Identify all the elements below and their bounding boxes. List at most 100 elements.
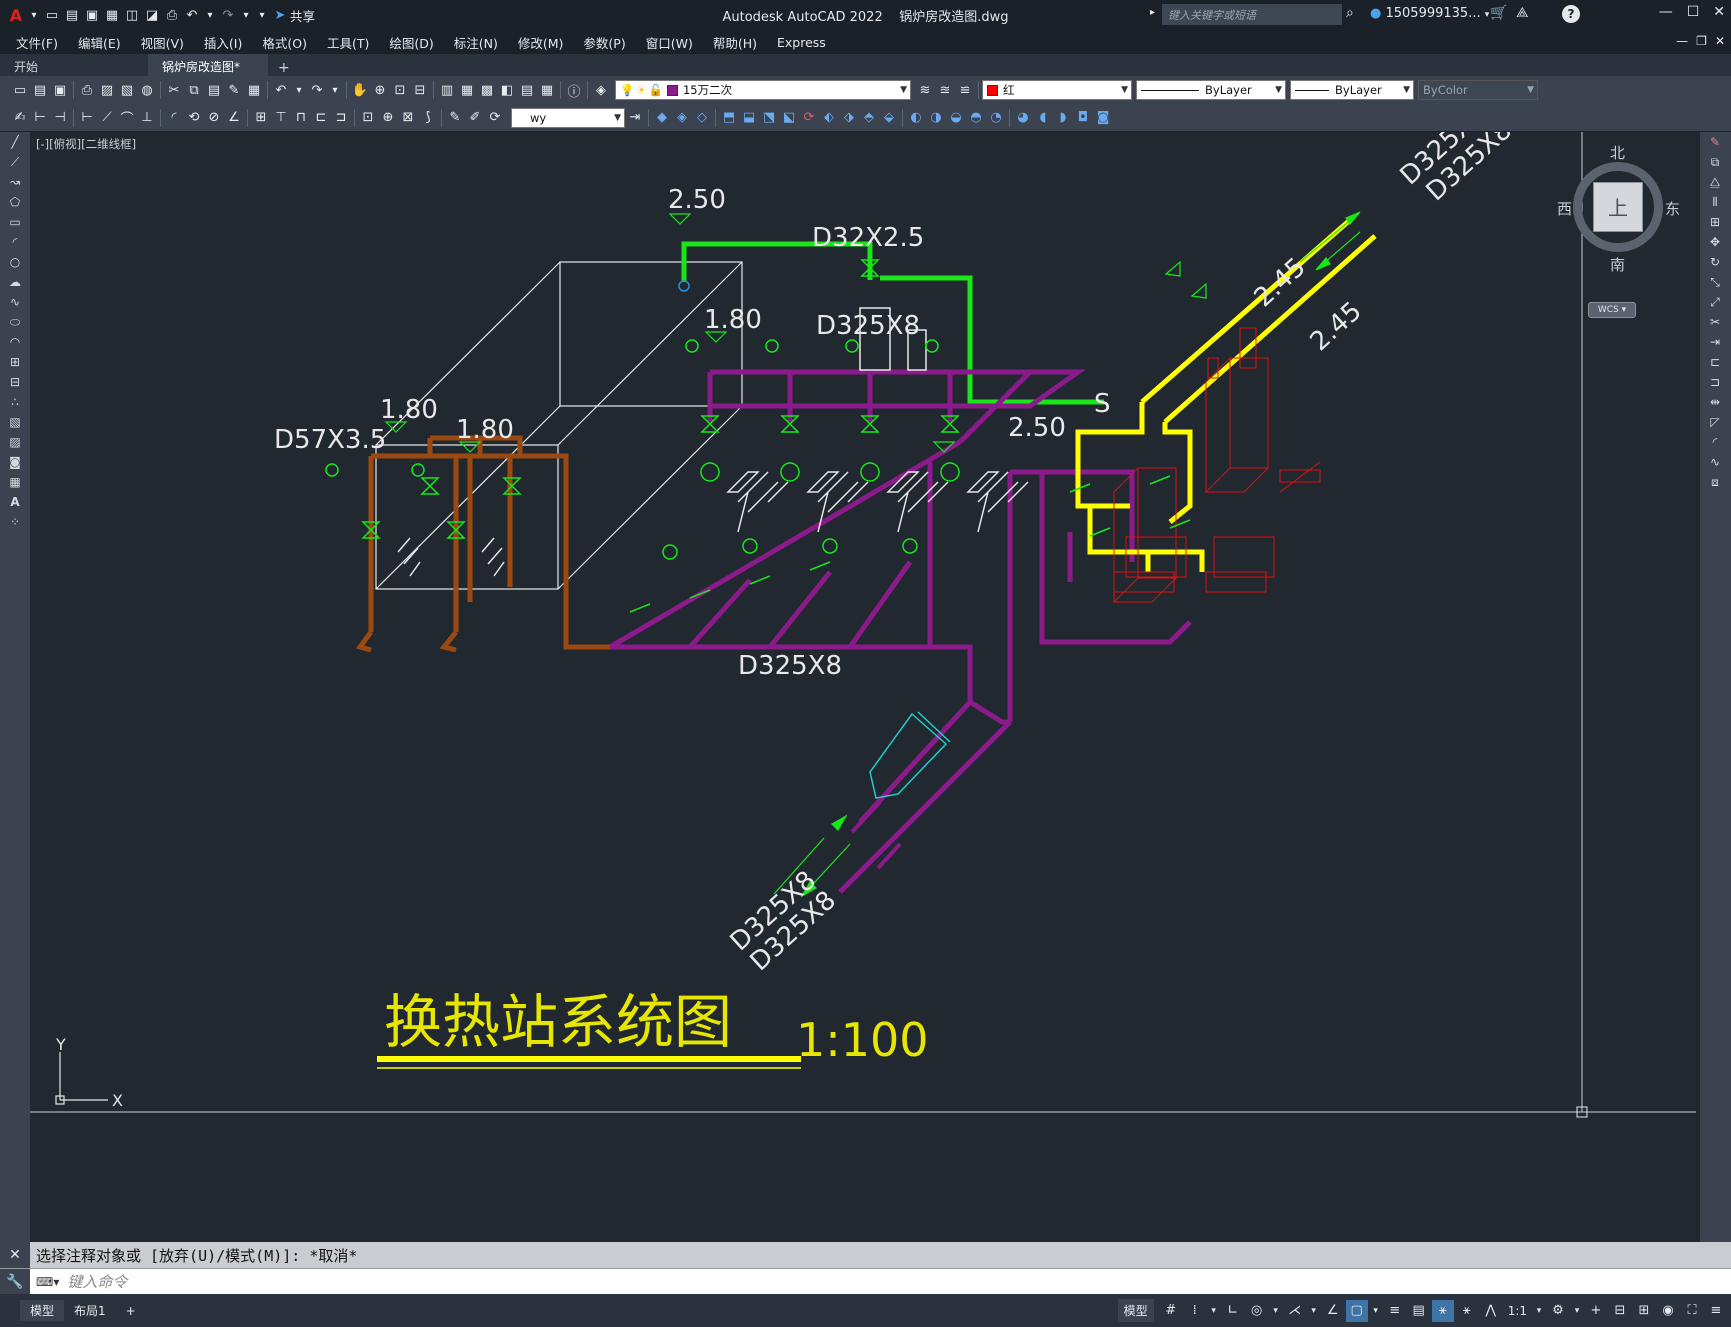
- annotation-visibility-icon[interactable]: ⚹: [1431, 1299, 1454, 1322]
- dim-angular-icon[interactable]: ∠: [224, 108, 244, 128]
- units-icon[interactable]: ⊟: [1609, 1300, 1631, 1322]
- dim-update-icon[interactable]: ⟳: [485, 108, 505, 128]
- polyline-tool-icon[interactable]: ↝: [0, 172, 30, 192]
- polar-icon[interactable]: ◎: [1246, 1300, 1268, 1322]
- menu-format[interactable]: 格式(O): [252, 33, 317, 52]
- annotation-scale-icon[interactable]: ⋀: [1480, 1300, 1502, 1322]
- command-input[interactable]: 键入命令: [67, 1271, 127, 1292]
- jogged-linear-icon[interactable]: ⟆: [418, 108, 438, 128]
- menu-express[interactable]: Express: [767, 35, 836, 50]
- open-web-icon[interactable]: ◫: [122, 5, 142, 25]
- dim-jogged-icon[interactable]: ⟲: [184, 108, 204, 128]
- wcs-menu[interactable]: WCS ▾: [1588, 302, 1636, 318]
- revcloud-tool-icon[interactable]: ☁: [0, 272, 30, 292]
- viewcube-north[interactable]: 北: [1610, 142, 1625, 163]
- imprint-icon[interactable]: ◐: [906, 108, 926, 128]
- lineweight-icon[interactable]: ≡: [1384, 1300, 1406, 1322]
- layer-properties-icon[interactable]: ◈: [591, 80, 611, 100]
- erase-tool-icon[interactable]: ✎: [1700, 132, 1730, 152]
- offset-faces-icon[interactable]: ⬔: [759, 108, 779, 128]
- search-expand-icon[interactable]: ▸: [1150, 7, 1155, 18]
- dim-aligned-icon[interactable]: ⊣: [50, 108, 70, 128]
- rotate-faces-icon[interactable]: ⟳: [799, 108, 819, 128]
- undo-dropdown-icon[interactable]: ▾: [202, 5, 218, 25]
- copy-tool-icon[interactable]: ⧉: [1700, 152, 1730, 172]
- command-close-icon[interactable]: ✕: [0, 1242, 30, 1268]
- clean-screen-icon[interactable]: ⛶: [1681, 1300, 1703, 1322]
- dim-style-icon[interactable]: ⇥: [625, 108, 645, 128]
- design-center-icon[interactable]: ▦: [457, 80, 477, 100]
- add-selected-icon[interactable]: ⁘: [0, 512, 30, 532]
- pan-icon[interactable]: ✋: [350, 80, 370, 100]
- fillet-tool-icon[interactable]: ◜: [1700, 432, 1730, 452]
- polygon-tool-icon[interactable]: ⬠: [0, 192, 30, 212]
- annotation-scale-dropdown-icon[interactable]: ▾: [1533, 1300, 1545, 1322]
- minimize-icon[interactable]: —: [1659, 4, 1673, 20]
- dim-edit-icon[interactable]: ✎: [445, 108, 465, 128]
- explode-tool-icon[interactable]: ⧈: [1700, 472, 1730, 492]
- workspace-icon[interactable]: ⚙: [1547, 1300, 1569, 1322]
- annotation-monitor-icon[interactable]: +: [1585, 1300, 1607, 1322]
- search-icon[interactable]: ⌕: [1346, 5, 1354, 21]
- transparency-icon[interactable]: ▤: [1408, 1300, 1430, 1322]
- new-tab-button[interactable]: +: [268, 56, 300, 76]
- delete-faces-icon[interactable]: ⬕: [779, 108, 799, 128]
- viewcube[interactable]: 上 北 南 西 东: [1553, 142, 1683, 274]
- intersect-icon[interactable]: ◇: [692, 108, 712, 128]
- undo-toolbar-dropdown-icon[interactable]: ▾: [291, 80, 307, 100]
- extend-tool-icon[interactable]: ⇥: [1700, 332, 1730, 352]
- open-file-icon[interactable]: ▤: [62, 5, 82, 25]
- share-icon[interactable]: ➤: [270, 5, 290, 25]
- help-toolbar-icon[interactable]: ⓘ: [564, 80, 584, 100]
- new-file-icon[interactable]: ▭: [42, 5, 62, 25]
- customize-quick-access-icon[interactable]: ▾: [254, 5, 270, 25]
- isodraft-dropdown-icon[interactable]: ▾: [1308, 1300, 1320, 1322]
- inspect-icon[interactable]: ⊠: [398, 108, 418, 128]
- union-icon[interactable]: ◆: [652, 108, 672, 128]
- lineweight-select[interactable]: ByLayer ▼: [1290, 80, 1414, 100]
- quick-dim-icon[interactable]: ✍: [10, 108, 30, 128]
- cut-icon[interactable]: ✂: [164, 80, 184, 100]
- gradient-tool-icon[interactable]: ▨: [0, 432, 30, 452]
- clean-icon[interactable]: ◑: [926, 108, 946, 128]
- customization-icon[interactable]: ≡: [1705, 1300, 1727, 1322]
- print-preview-icon[interactable]: ▨: [97, 80, 117, 100]
- dim-arc-icon[interactable]: ⌒: [117, 108, 137, 128]
- app-menu-chevron-icon[interactable]: ▾: [26, 5, 42, 25]
- dim-quick-icon[interactable]: ⊞: [251, 108, 271, 128]
- block-editor-icon[interactable]: ▦: [244, 80, 264, 100]
- workspace-dropdown-icon[interactable]: ▾: [1571, 1300, 1583, 1322]
- extrude-faces-icon[interactable]: ⬒: [719, 108, 739, 128]
- autocad-logo-icon[interactable]: A: [6, 5, 26, 25]
- save-icon[interactable]: ▣: [82, 5, 102, 25]
- autodesk-app-icon[interactable]: ⟁: [1516, 5, 1529, 21]
- separate-icon[interactable]: ◒: [946, 108, 966, 128]
- drawing-canvas[interactable]: [-][俯视][二维线框] 2.50 D32X2.5 1.80 D325X8 S…: [30, 132, 1700, 1242]
- polar-dropdown-icon[interactable]: ▾: [1270, 1300, 1282, 1322]
- line-tool-icon[interactable]: ╱: [0, 132, 30, 152]
- region-tool-icon[interactable]: ◙: [0, 452, 30, 472]
- undo-icon[interactable]: ↶: [182, 5, 202, 25]
- grid-icon[interactable]: #: [1160, 1300, 1182, 1322]
- isodraft-icon[interactable]: ⋌: [1284, 1300, 1306, 1322]
- markup-icon[interactable]: ▤: [517, 80, 537, 100]
- menu-window[interactable]: 窗口(W): [636, 33, 703, 52]
- point-tool-icon[interactable]: ∴: [0, 392, 30, 412]
- hatch-tool-icon[interactable]: ▧: [0, 412, 30, 432]
- menu-edit[interactable]: 编辑(E): [68, 33, 131, 52]
- menu-help[interactable]: 帮助(H): [703, 33, 767, 52]
- menu-view[interactable]: 视图(V): [131, 33, 194, 52]
- calculator-icon[interactable]: ▦: [537, 80, 557, 100]
- menu-modify[interactable]: 修改(M): [508, 33, 574, 52]
- quick-properties-icon[interactable]: ⊞: [1633, 1300, 1655, 1322]
- move-faces-icon[interactable]: ⬓: [739, 108, 759, 128]
- redo-toolbar-icon[interactable]: ↷: [307, 80, 327, 100]
- array-tool-icon[interactable]: ⊞: [1700, 212, 1730, 232]
- sheet-set-icon[interactable]: ◧: [497, 80, 517, 100]
- color-select[interactable]: 红 ▼: [982, 80, 1132, 100]
- save-toolbar-icon[interactable]: ▣: [50, 80, 70, 100]
- zoom-previous-icon[interactable]: ⊟: [410, 80, 430, 100]
- dim-ordinate-icon[interactable]: ⊥: [137, 108, 157, 128]
- check-icon[interactable]: ◔: [986, 108, 1006, 128]
- match-properties-icon[interactable]: ✎: [224, 80, 244, 100]
